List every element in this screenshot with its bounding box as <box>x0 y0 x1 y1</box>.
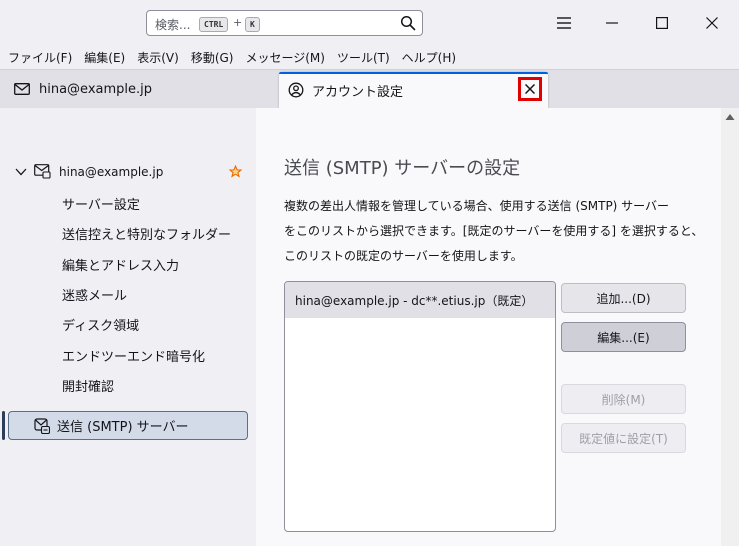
outgoing-server-icon <box>34 417 50 434</box>
menu-go[interactable]: 移動(G) <box>185 49 240 66</box>
description-line-2: をこのリストから選択できます。[既定のサーバーを使用する] を選択すると、 <box>284 224 704 238</box>
sidebar-item-server-settings[interactable]: サーバー設定 <box>62 194 140 213</box>
sidebar-item-copies-folders[interactable]: 送信控えと特別なフォルダー <box>62 224 231 243</box>
menu-help[interactable]: ヘルプ(H) <box>396 49 462 66</box>
sidebar-account-label: hina@example.jp <box>59 165 164 179</box>
sidebar-account[interactable]: hina@example.jp <box>0 162 256 182</box>
sidebar-item-return-receipts[interactable]: 開封確認 <box>62 376 114 395</box>
account-sidebar: hina@example.jp サーバー設定 送信控えと特別なフォルダー 編集と… <box>0 108 256 546</box>
set-default-button[interactable]: 既定値に設定(T) <box>561 423 686 453</box>
maximize-icon <box>656 17 668 29</box>
server-entry-label: hina@example.jp - dc**.etius.jp（既定） <box>295 293 534 308</box>
sidebar-item-disk-space[interactable]: ディスク領域 <box>62 315 139 334</box>
hamburger-icon <box>557 17 571 29</box>
chevron-down-icon[interactable] <box>15 168 27 176</box>
sidebar-item-e2e-encryption[interactable]: エンドツーエンド暗号化 <box>62 346 205 365</box>
title-bar: 検索... CTRL + K <box>0 0 739 46</box>
menu-bar: ファイル(F) 編集(E) 表示(V) 移動(G) メッセージ(M) ツール(T… <box>0 46 739 70</box>
page-title: 送信 (SMTP) サーバーの設定 <box>284 158 521 179</box>
vertical-scrollbar[interactable] <box>721 108 739 546</box>
close-icon <box>706 17 718 29</box>
close-window-button[interactable] <box>692 6 732 40</box>
sidebar-item-composition[interactable]: 編集とアドレス入力 <box>62 255 179 274</box>
envelope-icon <box>14 83 30 95</box>
tab-account-settings[interactable]: アカウント設定 <box>279 72 548 108</box>
mail-account-icon <box>34 164 51 179</box>
list-item[interactable]: hina@example.jp - dc**.etius.jp（既定） <box>285 282 555 318</box>
maximize-button[interactable] <box>642 6 682 40</box>
menu-file[interactable]: ファイル(F) <box>2 49 78 66</box>
tab-mail[interactable]: hina@example.jp <box>0 70 270 108</box>
minimize-icon <box>606 22 618 24</box>
menu-tools[interactable]: ツール(T) <box>331 49 396 66</box>
menu-view[interactable]: 表示(V) <box>131 49 185 66</box>
shortcut-key-k: K <box>245 17 260 32</box>
edit-button[interactable]: 編集...(E) <box>561 322 686 352</box>
search-placeholder: 検索... <box>155 18 191 32</box>
minimize-button[interactable] <box>592 6 632 40</box>
sidebar-item-smtp[interactable]: 送信 (SMTP) サーバー <box>8 411 248 440</box>
tab-account-settings-label: アカウント設定 <box>312 84 404 100</box>
smtp-server-list[interactable]: hina@example.jp - dc**.etius.jp（既定） <box>284 281 556 532</box>
menu-edit[interactable]: 編集(E) <box>78 49 131 66</box>
app-menu-button[interactable] <box>544 6 584 40</box>
smtp-settings-panel: 送信 (SMTP) サーバーの設定 複数の差出人情報を管理している場合、使用する… <box>256 108 721 546</box>
scroll-up-arrow-icon[interactable] <box>725 113 735 121</box>
description-line-3: このリストの既定のサーバーを使用します。 <box>284 249 523 263</box>
description-line-1: 複数の差出人情報を管理している場合、使用する送信 (SMTP) サーバー <box>284 199 670 213</box>
sidebar-item-smtp-label: 送信 (SMTP) サーバー <box>57 420 189 435</box>
tab-close-button[interactable] <box>518 77 542 101</box>
search-icon[interactable] <box>400 15 416 31</box>
add-button[interactable]: 追加...(D) <box>561 283 686 313</box>
menu-message[interactable]: メッセージ(M) <box>239 49 330 66</box>
sidebar-item-junk[interactable]: 迷惑メール <box>62 285 127 304</box>
account-settings-icon <box>288 82 304 98</box>
delete-button[interactable]: 削除(M) <box>561 384 686 414</box>
global-search-input[interactable]: 検索... CTRL + K <box>146 10 423 36</box>
shortcut-key-ctrl: CTRL <box>199 17 229 32</box>
tab-mail-label: hina@example.jp <box>39 81 153 97</box>
selection-indicator <box>2 411 5 440</box>
close-icon <box>525 84 535 94</box>
star-icon <box>229 165 242 178</box>
tab-bar: hina@example.jp アカウント設定 <box>0 70 739 108</box>
shortcut-plus: + <box>233 16 243 29</box>
